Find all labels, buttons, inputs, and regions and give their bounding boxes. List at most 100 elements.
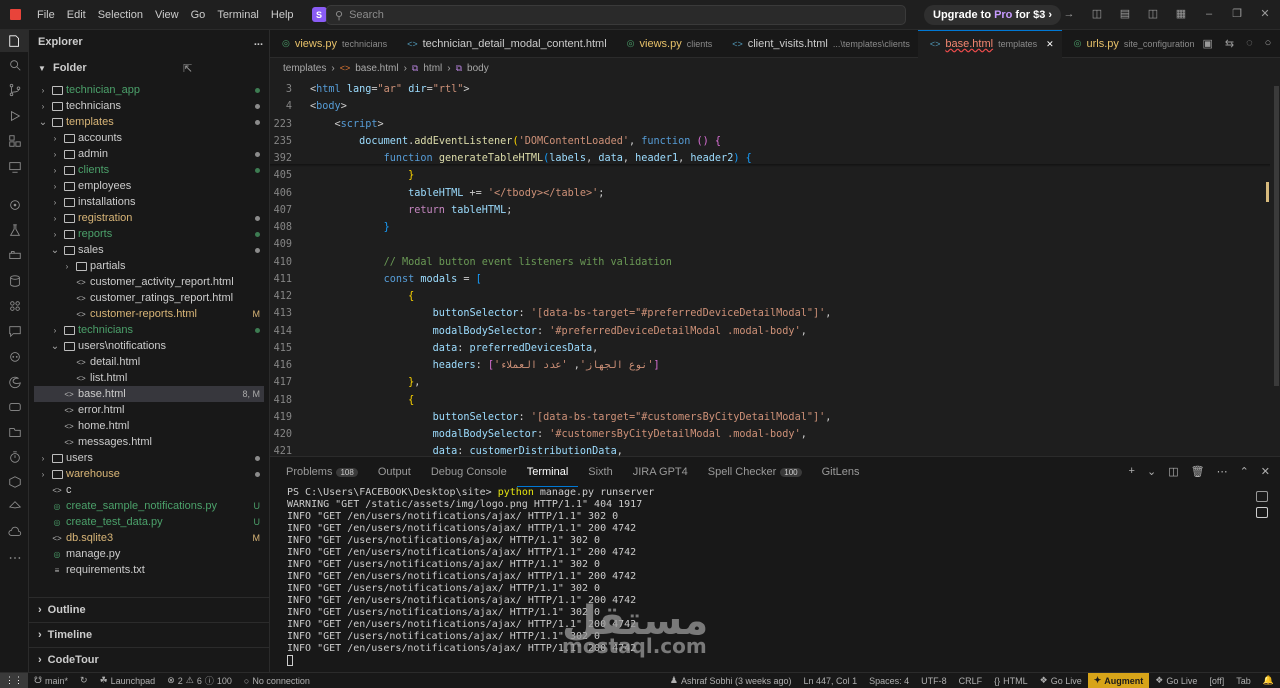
tree-item[interactable]: <> messages.html [34, 434, 264, 450]
panel-tab-terminal[interactable]: Terminal [516, 457, 579, 487]
tree-item[interactable]: ⌄ templates [34, 114, 264, 130]
docker-icon[interactable] [0, 244, 29, 266]
terminal[interactable]: PS C:\Users\FACEBOOK\Desktop\site> pytho… [270, 487, 1250, 673]
sync-status[interactable]: ↻ [74, 675, 94, 686]
close-panel-icon[interactable]: ✕ [1261, 465, 1270, 478]
tree-item[interactable]: › technicians [34, 322, 264, 338]
branch-status[interactable]: ☋ main* [28, 675, 74, 686]
menu-item-edit[interactable]: Edit [61, 9, 92, 21]
gitlens-icon[interactable] [0, 194, 29, 216]
encoding[interactable]: UTF-8 [915, 676, 953, 686]
tree-item[interactable]: <> home.html [34, 418, 264, 434]
tree-item[interactable]: <> customer_activity_report.html [34, 274, 264, 290]
history-icon[interactable]: ◌ [1246, 37, 1253, 50]
tree-item[interactable]: <> c [34, 482, 264, 498]
tree-item[interactable]: ≡ requirements.txt [34, 562, 264, 578]
menu-item-go[interactable]: Go [185, 9, 212, 21]
forward-arrow-icon[interactable]: → [1062, 7, 1076, 21]
extensions-icon[interactable] [0, 130, 29, 152]
panel-tab-debug-console[interactable]: Debug Console [421, 457, 517, 487]
tree-item[interactable]: <> list.html [34, 370, 264, 386]
customize-layout-icon[interactable]: ▦ [1174, 7, 1188, 21]
go-live-status-2[interactable]: ❖ Go Live [1149, 675, 1203, 686]
cursor-position[interactable]: Ln 447, Col 1 [798, 676, 864, 686]
breadcrumb-item[interactable]: templates [283, 63, 326, 74]
more-views-icon[interactable] [0, 547, 29, 569]
database-icon[interactable] [0, 270, 29, 292]
tree-item[interactable]: ◎ create_sample_notifications.py U [34, 498, 264, 514]
preview-icon[interactable]: ▣ [1202, 37, 1212, 50]
tree-item[interactable]: › warehouse [34, 466, 264, 482]
search-view-icon[interactable] [0, 54, 29, 76]
close-window-icon[interactable]: ✕ [1258, 7, 1272, 21]
testing-icon[interactable] [0, 219, 29, 241]
tree-item[interactable]: ⌄ users\notifications [34, 338, 264, 354]
menu-item-view[interactable]: View [149, 9, 185, 21]
toggle-sidebar-icon[interactable]: ◫ [1090, 7, 1104, 21]
remote-explorer-icon[interactable] [0, 156, 29, 178]
close-icon[interactable]: ✕ [1046, 39, 1054, 50]
chat-icon[interactable] [0, 320, 29, 342]
back-arrow-icon[interactable]: ← [1034, 7, 1048, 21]
tree-item[interactable]: › admin [34, 146, 264, 162]
tree-item[interactable]: <> customer-reports.html M [34, 306, 264, 322]
panel-tab-problems[interactable]: Problems 108 [276, 457, 368, 487]
connection-status[interactable]: ○ No connection [238, 676, 316, 686]
augment-status[interactable]: ✦ Augment [1087, 672, 1150, 688]
line-ending[interactable]: CRLF [953, 676, 989, 686]
circle-icon[interactable]: ○ [1265, 37, 1272, 50]
timer-icon[interactable] [0, 446, 29, 468]
tree-item[interactable]: <> base.html 8, M [34, 386, 264, 402]
sidebar-section-outline[interactable]: › Outline [29, 597, 270, 622]
restore-icon[interactable]: ❐ [1230, 7, 1244, 21]
panel-tab-jira-gpt4[interactable]: JIRA GPT4 [623, 457, 698, 487]
toggle-secondary-sidebar-icon[interactable]: ◫ [1146, 7, 1160, 21]
puzzle-icon[interactable] [0, 295, 29, 317]
go-live-status[interactable]: ❖ Go Live [1034, 675, 1088, 686]
editor-tab[interactable]: ◎ urls.py site_configuration [1062, 30, 1203, 58]
kill-terminal-icon[interactable]: 🗑 [1191, 465, 1205, 478]
tree-item[interactable]: <> customer_ratings_report.html [34, 290, 264, 306]
panel-tab-gitlens[interactable]: GitLens [812, 457, 870, 487]
toggle-panel-icon[interactable]: ▤ [1118, 7, 1132, 21]
tree-item[interactable]: › clients [34, 162, 264, 178]
sidebar-section-codetour[interactable]: › CodeTour [29, 647, 270, 672]
panel-tab-spell-checker[interactable]: Spell Checker 100 [698, 457, 812, 487]
split-terminal-icon[interactable]: ◫ [1168, 465, 1178, 478]
remote-indicator[interactable]: ⋮⋮ [0, 672, 28, 688]
menu-item-selection[interactable]: Selection [92, 9, 149, 21]
tree-item[interactable]: › registration [34, 210, 264, 226]
panel-tab-output[interactable]: Output [368, 457, 421, 487]
cloud-icon[interactable] [0, 521, 29, 543]
tree-item[interactable]: ◎ manage.py [34, 546, 264, 562]
problems-status[interactable]: ⊗ 2 ⚠ 6 ⓘ 100 [161, 674, 238, 687]
indentation[interactable]: Spaces: 4 [863, 676, 915, 686]
editor-tab[interactable]: <> technician_detail_modal_content.html [395, 30, 615, 58]
tree-item[interactable]: › users [34, 450, 264, 466]
tree-item[interactable]: ◎ create_test_data.py U [34, 514, 264, 530]
maximize-panel-icon[interactable]: ⌃ [1240, 465, 1249, 478]
breadcrumb-item[interactable]: body [467, 63, 489, 74]
launchpad-status[interactable]: ☘ Launchpad [94, 675, 162, 686]
tree-item[interactable]: › technicians [34, 98, 264, 114]
tree-item[interactable]: <> db.sqlite3 M [34, 530, 264, 546]
tree-item[interactable]: <> error.html [34, 402, 264, 418]
minimize-icon[interactable]: – [1202, 7, 1216, 21]
tree-item[interactable]: › technician_app [34, 82, 264, 98]
tree-item[interactable]: › accounts [34, 130, 264, 146]
pin-icon[interactable] [0, 496, 29, 518]
tunnels-icon[interactable] [0, 396, 29, 418]
package-icon[interactable] [0, 471, 29, 493]
tree-item[interactable]: › partials [34, 258, 264, 274]
compare-icon[interactable]: ⇆ [1225, 37, 1234, 50]
tree-item[interactable]: <> detail.html [34, 354, 264, 370]
folder-icon[interactable] [0, 421, 29, 443]
menu-item-help[interactable]: Help [265, 9, 300, 21]
panel-more-icon[interactable]: ⋯ [1217, 465, 1228, 478]
code-editor[interactable]: 3 <html lang="ar" dir="rtl"> 4 <body> 223 <s… [270, 78, 1280, 456]
language-mode[interactable]: {} HTML [988, 676, 1034, 686]
terminal-instance-icon[interactable] [1256, 507, 1268, 518]
menu-item-terminal[interactable]: Terminal [211, 9, 265, 21]
breadcrumb-item[interactable]: base.html [355, 63, 398, 74]
source-control-icon[interactable] [0, 79, 29, 101]
